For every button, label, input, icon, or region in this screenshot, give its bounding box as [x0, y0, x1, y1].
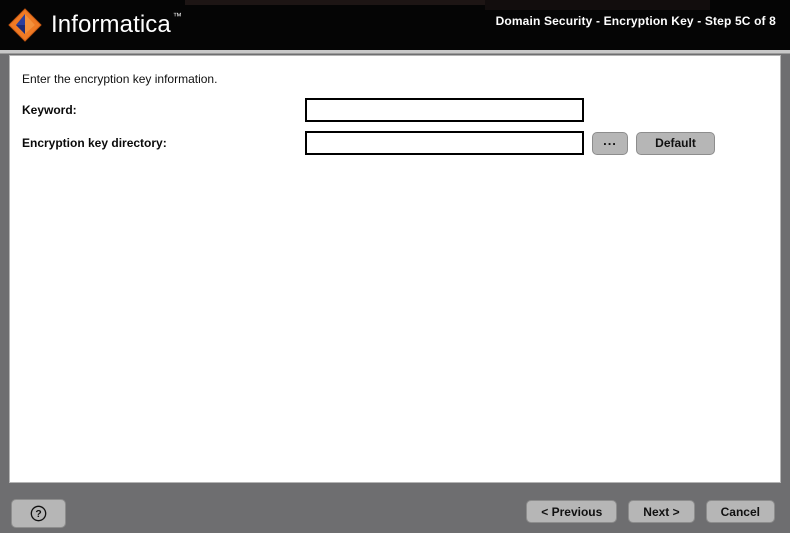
browse-button[interactable]: ... [592, 131, 628, 155]
encryption-key-directory-row: Encryption key directory: ... Default [22, 130, 770, 156]
header-separator [0, 50, 790, 54]
question-mark-circle-icon: ? [30, 505, 47, 522]
content-panel: Enter the encryption key information. Ke… [9, 55, 781, 483]
default-button[interactable]: Default [636, 131, 715, 155]
informatica-diamond-logo-icon [8, 8, 42, 42]
encryption-key-directory-label: Encryption key directory: [22, 136, 167, 150]
previous-button[interactable]: < Previous [526, 500, 618, 523]
keyword-row: Keyword: [22, 97, 770, 123]
cancel-button[interactable]: Cancel [705, 500, 775, 523]
brand-lockup: Informatica ™ [8, 8, 182, 42]
footer-bar: ? < Previous Next > Cancel [0, 483, 790, 533]
keyword-input[interactable] [305, 98, 584, 122]
brand-name: Informatica ™ [51, 11, 182, 38]
encryption-key-directory-input[interactable] [305, 131, 584, 155]
installer-window: Informatica ™ Domain Security - Encrypti… [0, 0, 790, 533]
trademark-symbol: ™ [172, 11, 182, 21]
footer-actions: < Previous Next > Cancel [526, 500, 775, 523]
svg-text:?: ? [35, 509, 41, 520]
next-button[interactable]: Next > [628, 500, 695, 523]
wizard-step-title: Domain Security - Encryption Key - Step … [495, 14, 776, 28]
brand-name-text: Informatica [51, 11, 171, 38]
keyword-label: Keyword: [22, 103, 77, 117]
title-bar: Informatica ™ Domain Security - Encrypti… [0, 0, 790, 50]
instruction-text: Enter the encryption key information. [22, 72, 218, 86]
help-button[interactable]: ? [11, 499, 66, 528]
